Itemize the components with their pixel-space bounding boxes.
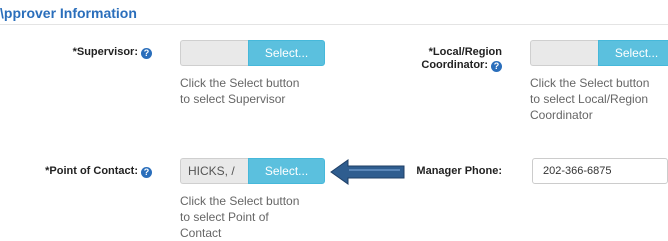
point-of-contact-hint-line: to select Point of [180, 210, 269, 224]
supervisor-value-field[interactable] [180, 40, 248, 66]
coordinator-hint: Click the Select button to select Local/… [530, 75, 649, 123]
point-of-contact-hint: Click the Select button to select Point … [180, 193, 299, 241]
coordinator-value-field[interactable] [530, 40, 598, 66]
help-icon[interactable]: ? [491, 61, 502, 72]
coordinator-hint-line: to select Local/Region [530, 92, 649, 106]
point-of-contact-value-field[interactable]: HICKS, / [180, 158, 248, 184]
coordinator-label-line: Coordinator: [421, 59, 488, 71]
section-title: \pprover Information [0, 5, 137, 21]
point-of-contact-label-text: *Point of Contact: [45, 165, 138, 177]
point-of-contact-picker: HICKS, / Select... [180, 158, 325, 184]
coordinator-hint-line: Click the Select button [530, 76, 650, 90]
callout-arrow-icon [330, 159, 405, 185]
point-of-contact-label: *Point of Contact:? [45, 165, 152, 178]
point-of-contact-hint-line: Contact [180, 226, 222, 240]
help-icon[interactable]: ? [141, 48, 152, 59]
supervisor-label: *Supervisor:? [73, 46, 152, 59]
manager-phone-label: Manager Phone: [416, 165, 502, 177]
coordinator-hint-line: Coordinator [530, 108, 593, 122]
point-of-contact-select-button[interactable]: Select... [248, 158, 325, 184]
supervisor-hint-line: to select Supervisor [180, 92, 286, 106]
supervisor-picker: Select... [180, 40, 325, 66]
supervisor-hint: Click the Select button to select Superv… [180, 75, 299, 107]
coordinator-label: *Local/Region Coordinator:? [421, 46, 502, 72]
coordinator-picker: Select... [530, 40, 668, 66]
coordinator-label-line: *Local/Region [428, 46, 502, 58]
supervisor-select-button[interactable]: Select... [248, 40, 325, 66]
point-of-contact-hint-line: Click the Select button [180, 194, 300, 208]
manager-phone-input[interactable]: 202-366-6875 [532, 158, 668, 184]
supervisor-hint-line: Click the Select button [180, 76, 300, 90]
section-divider [0, 24, 668, 25]
coordinator-select-button[interactable]: Select... [598, 40, 668, 66]
supervisor-label-text: *Supervisor: [72, 46, 138, 58]
help-icon[interactable]: ? [141, 167, 152, 178]
